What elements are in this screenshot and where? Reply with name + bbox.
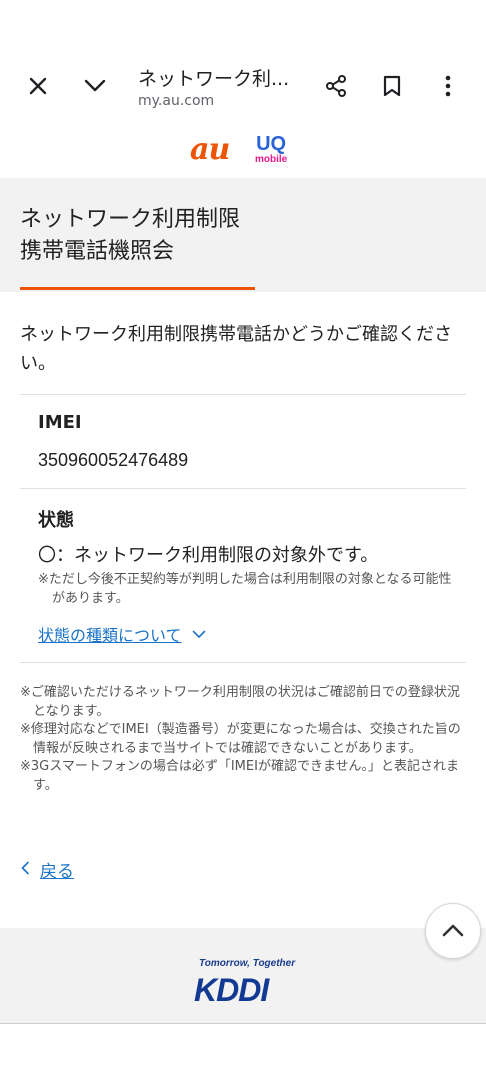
au-logo[interactable]: au: [190, 132, 230, 167]
heading-underline: [20, 287, 255, 290]
imei-label: IMEI: [38, 412, 82, 433]
page-heading: ネットワーク利用制限 携帯電話機照会: [20, 207, 241, 264]
back-link-label: 戻る: [40, 862, 74, 882]
share-icon[interactable]: [316, 66, 356, 106]
footer-slogan: Tomorrow, Together: [199, 958, 296, 969]
page-heading-block: ネットワーク利用制限 携帯電話機照会: [0, 178, 486, 292]
divider: [20, 394, 466, 395]
note-item: ※ご確認いただけるネットワーク利用制限の状況はご確認前日での登録状況となります。: [20, 685, 460, 719]
scroll-to-top-button[interactable]: [425, 903, 481, 959]
uq-mobile-logo[interactable]: UQ mobile: [255, 134, 287, 165]
note-item: ※修理対応などでIMEI（製造番号）が変更になった場合は、交換された旨の情報が反…: [20, 722, 461, 756]
divider: [20, 488, 466, 489]
intro-text: ネットワーク利用制限携帯電話かどうかご確認ください。: [20, 324, 452, 374]
status-value: 〇：ネットワーク利用制限の対象外です。: [38, 545, 379, 566]
chevron-down-icon[interactable]: [75, 66, 115, 106]
status-label: 状態: [38, 510, 74, 531]
chevron-left-icon: [20, 860, 30, 880]
bookmark-icon[interactable]: [372, 66, 412, 106]
status-types-link-label: 状態の種類について: [38, 626, 182, 645]
kddi-logo[interactable]: KDDI: [194, 972, 269, 1009]
uq-logo-subtext: mobile: [255, 154, 288, 165]
back-link[interactable]: 戻る: [20, 857, 74, 882]
uq-logo-text: UQ: [256, 133, 287, 155]
browser-toolbar: ネットワーク利... my.au.com: [0, 50, 486, 123]
notes-list: ※ご確認いただけるネットワーク利用制限の状況はご確認前日での登録状況となります。…: [20, 684, 466, 795]
footer: Tomorrow, Together KDDI: [0, 928, 486, 1024]
chevron-up-icon: [442, 922, 464, 941]
chevron-down-icon: [192, 630, 206, 639]
brand-logos: au UQ mobile: [0, 122, 486, 178]
status-types-link[interactable]: 状態の種類について: [38, 622, 206, 646]
imei-value: 350960052476489: [38, 450, 189, 470]
page-title[interactable]: ネットワーク利...: [138, 64, 289, 91]
note-item: ※3Gスマートフォンの場合は必ず「IMEIが確認できません。」と表記されます。: [20, 759, 460, 793]
close-icon[interactable]: [18, 66, 58, 106]
more-vert-icon[interactable]: [428, 66, 468, 106]
divider: [20, 662, 466, 663]
status-note: ※ただし今後不正契約等が判明した場合は利用制限の対象となる可能性があります。: [38, 572, 452, 606]
page-url[interactable]: my.au.com: [138, 93, 214, 109]
